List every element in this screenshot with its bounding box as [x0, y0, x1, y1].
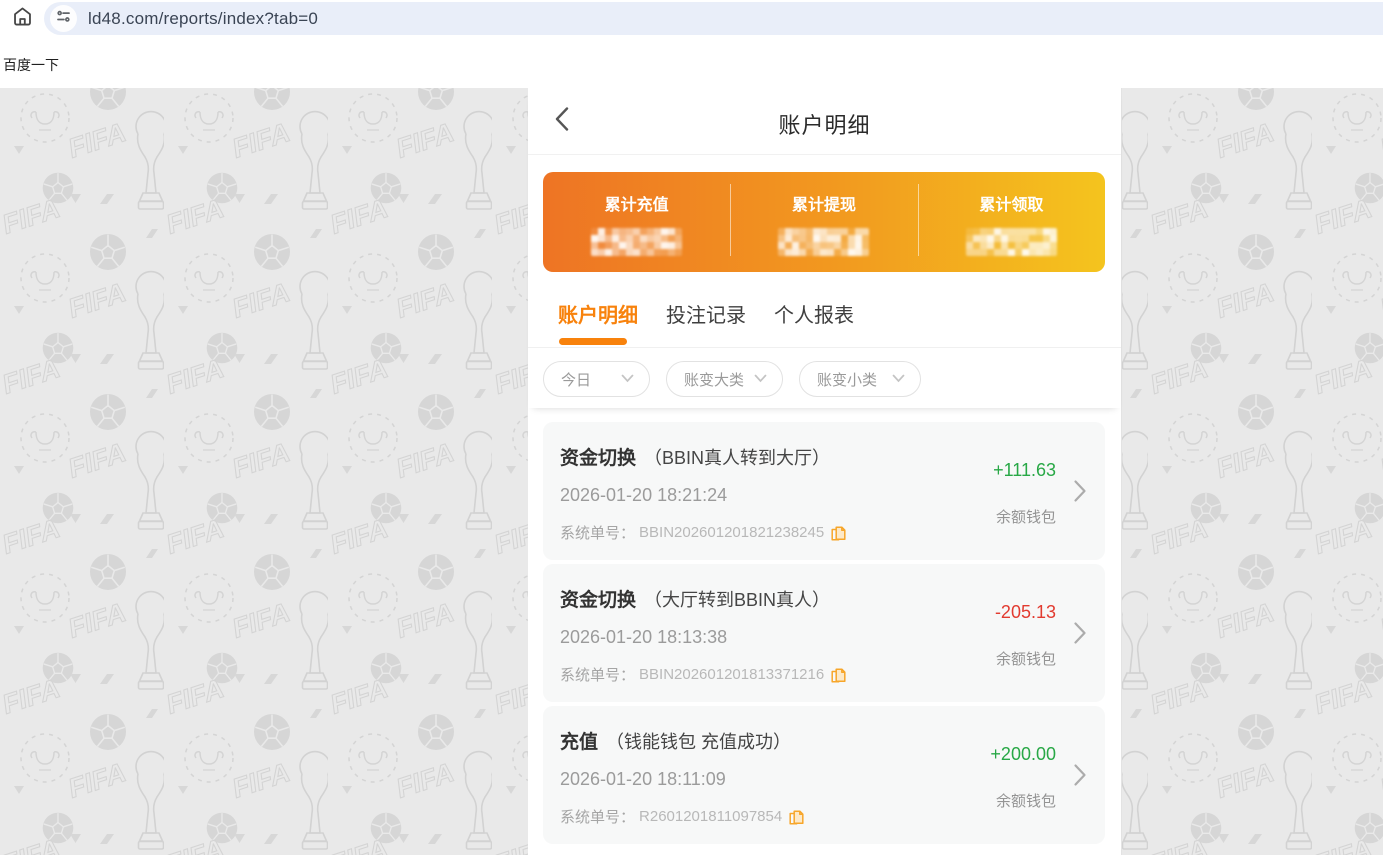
transaction-order: 系统单号： R2601201811097854 [560, 806, 804, 827]
transaction-datetime: 2026-01-20 18:13:38 [560, 627, 728, 647]
bookmark-strip: 百度一下 [0, 37, 1383, 88]
browser-toolbar: ld48.com/reports/index?tab=0 [0, 0, 1383, 37]
transaction-list: 资金切换 （BBIN真人转到大厅） 2026-01-20 18:21:24 系统单… [528, 408, 1121, 844]
panel-header: 账户明细 [528, 88, 1121, 155]
chevron-down-icon [754, 370, 767, 388]
home-icon [11, 5, 34, 33]
filter-subcategory-dropdown[interactable]: 账变小类 [799, 361, 921, 397]
transaction-type: 充值 [560, 732, 599, 753]
transaction-detail: （BBIN真人转到大厅） [644, 448, 831, 468]
url-bar[interactable]: ld48.com/reports/index?tab=0 [44, 2, 1383, 35]
copy-icon[interactable] [789, 808, 804, 825]
order-label: 系统单号： [560, 809, 636, 826]
summary-label: 累计充值 [604, 197, 669, 214]
chevron-down-icon [621, 370, 634, 388]
transaction-order: 系统单号： BBIN202601201821238245 [560, 522, 846, 543]
order-number: BBIN202601201813371216 [639, 666, 825, 683]
page-title: 账户明细 [778, 113, 871, 138]
chevron-down-icon [892, 370, 905, 388]
chevron-right-icon [1073, 621, 1087, 650]
transaction-type: 资金切换 [560, 590, 637, 611]
redacted-value [591, 228, 683, 256]
filter-label: 账变小类 [817, 371, 878, 389]
transaction-wallet: 余额钱包 [995, 793, 1056, 810]
transaction-amount: +111.63 [993, 460, 1056, 480]
copy-icon[interactable] [831, 666, 846, 683]
transaction-wallet: 余额钱包 [995, 651, 1056, 668]
transaction-row[interactable]: 资金切换 （BBIN真人转到大厅） 2026-01-20 18:21:24 系统单… [543, 422, 1105, 560]
summary-total-withdraw: 累计提现 [730, 172, 917, 272]
transaction-detail: （大厅转到BBIN真人） [644, 590, 831, 610]
tab-bar: 账户明细 投注记录 个人报表 [528, 272, 1121, 348]
transaction-title: 资金切换 （大厅转到BBIN真人） [560, 585, 830, 612]
tune-icon [55, 8, 72, 30]
transaction-row[interactable]: 充值 （钱能钱包 充值成功） 2026-01-20 18:11:09 系统单号： … [543, 706, 1105, 844]
order-number: R2601201811097854 [639, 808, 783, 825]
transaction-datetime: 2026-01-20 18:21:24 [560, 485, 728, 505]
account-panel: 账户明细 累计充值 累计提现 累计领取 账户明细 投注记录 个人报表 今日 账变… [528, 88, 1122, 855]
tab-bet-records[interactable]: 投注记录 [666, 299, 746, 347]
transaction-type: 资金切换 [560, 448, 637, 469]
transaction-title: 充值 （钱能钱包 充值成功） [560, 727, 791, 754]
transaction-order: 系统单号： BBIN202601201813371216 [560, 664, 846, 685]
filter-label: 账变大类 [684, 371, 745, 389]
site-settings-button[interactable] [50, 5, 77, 32]
summary-card: 累计充值 累计提现 累计领取 [543, 172, 1105, 272]
summary-label: 累计领取 [979, 197, 1044, 214]
summary-total-claim: 累计领取 [917, 172, 1105, 272]
baidu-link[interactable]: 百度一下 [3, 55, 59, 75]
transaction-wallet: 余额钱包 [995, 509, 1056, 526]
page-content: FIFA FIFA [0, 88, 1383, 855]
copy-icon[interactable] [831, 524, 846, 541]
transaction-datetime: 2026-01-20 18:11:09 [560, 769, 726, 789]
home-button[interactable] [0, 2, 44, 36]
url-text[interactable]: ld48.com/reports/index?tab=0 [88, 9, 318, 29]
summary-label: 累计提现 [791, 197, 856, 214]
order-number: BBIN202601201821238245 [639, 524, 825, 541]
redacted-value [965, 228, 1057, 256]
tab-personal-report[interactable]: 个人报表 [774, 299, 854, 347]
transaction-amount: +200.00 [990, 744, 1056, 764]
transaction-row[interactable]: 资金切换 （大厅转到BBIN真人） 2026-01-20 18:13:38 系统单… [543, 564, 1105, 702]
filter-label: 今日 [561, 371, 592, 389]
transaction-title: 资金切换 （BBIN真人转到大厅） [560, 443, 830, 470]
transaction-detail: （钱能钱包 充值成功） [606, 732, 792, 752]
transaction-amount: -205.13 [994, 602, 1056, 622]
order-label: 系统单号： [560, 525, 636, 542]
filter-bar: 今日 账变大类 账变小类 [528, 348, 1121, 408]
summary-total-deposit: 累计充值 [543, 172, 730, 272]
tab-account-details[interactable]: 账户明细 [558, 299, 638, 347]
filter-category-dropdown[interactable]: 账变大类 [666, 361, 783, 397]
redacted-value [778, 228, 870, 256]
filter-date-dropdown[interactable]: 今日 [543, 361, 650, 397]
chevron-right-icon [1073, 763, 1087, 792]
chevron-right-icon [1073, 479, 1087, 508]
panel-sticky-header: 账户明细 累计充值 累计提现 累计领取 账户明细 投注记录 个人报表 今日 账变… [528, 88, 1121, 408]
order-label: 系统单号： [560, 667, 636, 684]
